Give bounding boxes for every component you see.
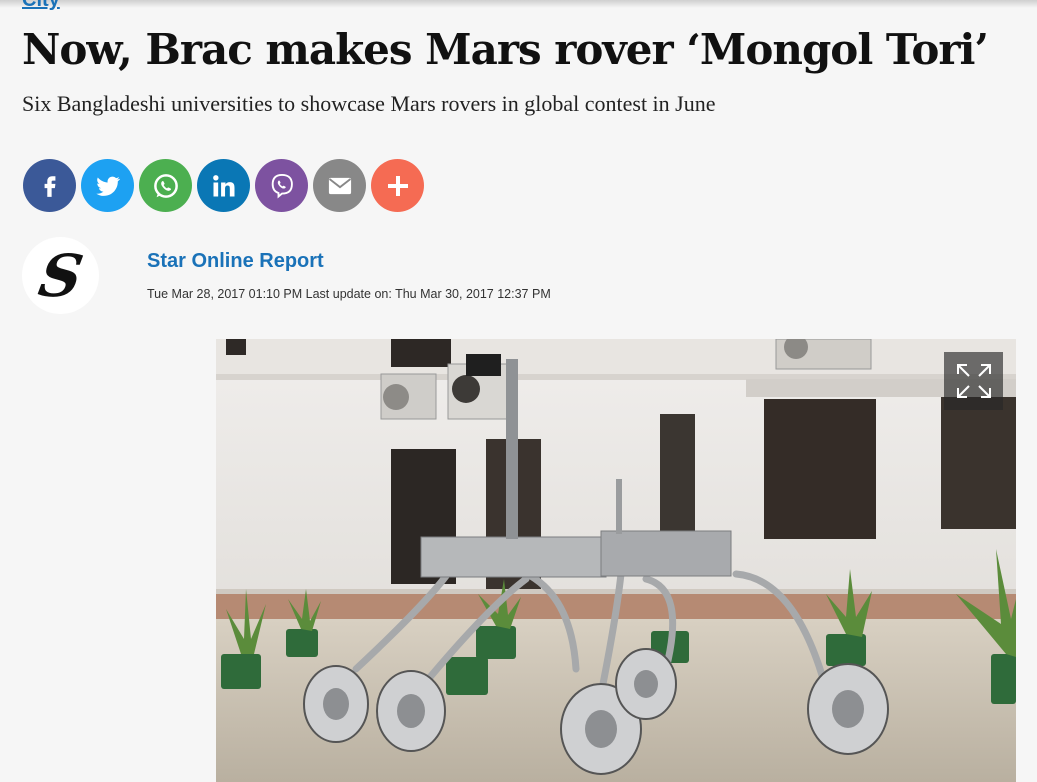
twitter-share-button[interactable]	[81, 159, 134, 212]
author-logo-letter: S	[33, 241, 88, 310]
section-link[interactable]: City	[22, 0, 60, 10]
share-bar	[23, 159, 424, 212]
expand-image-button[interactable]	[944, 352, 1003, 410]
linkedin-share-button[interactable]	[197, 159, 250, 212]
facebook-share-button[interactable]	[23, 159, 76, 212]
more-share-button[interactable]	[371, 159, 424, 212]
viber-icon	[271, 173, 293, 198]
expand-icon	[956, 364, 991, 398]
article-photo[interactable]	[216, 339, 1016, 782]
plus-icon	[387, 175, 408, 196]
mars-rover-photo-illustration	[216, 339, 1016, 782]
twitter-icon	[95, 176, 120, 196]
article-dateline: Tue Mar 28, 2017 01:10 PM Last update on…	[147, 287, 551, 301]
article-subheadline: Six Bangladeshi universities to showcase…	[22, 91, 716, 116]
author-avatar: S	[22, 237, 99, 314]
top-shadow	[0, 0, 1037, 8]
whatsapp-icon	[153, 173, 178, 198]
whatsapp-share-button[interactable]	[139, 159, 192, 212]
viber-share-button[interactable]	[255, 159, 308, 212]
article-headline: Now, Brac makes Mars rover ‘Mongol Tori’	[22, 25, 989, 74]
email-share-button[interactable]	[313, 159, 366, 212]
linkedin-icon	[212, 174, 234, 196]
email-icon	[328, 177, 351, 194]
author-name-link[interactable]: Star Online Report	[147, 250, 324, 273]
facebook-icon	[44, 175, 55, 197]
